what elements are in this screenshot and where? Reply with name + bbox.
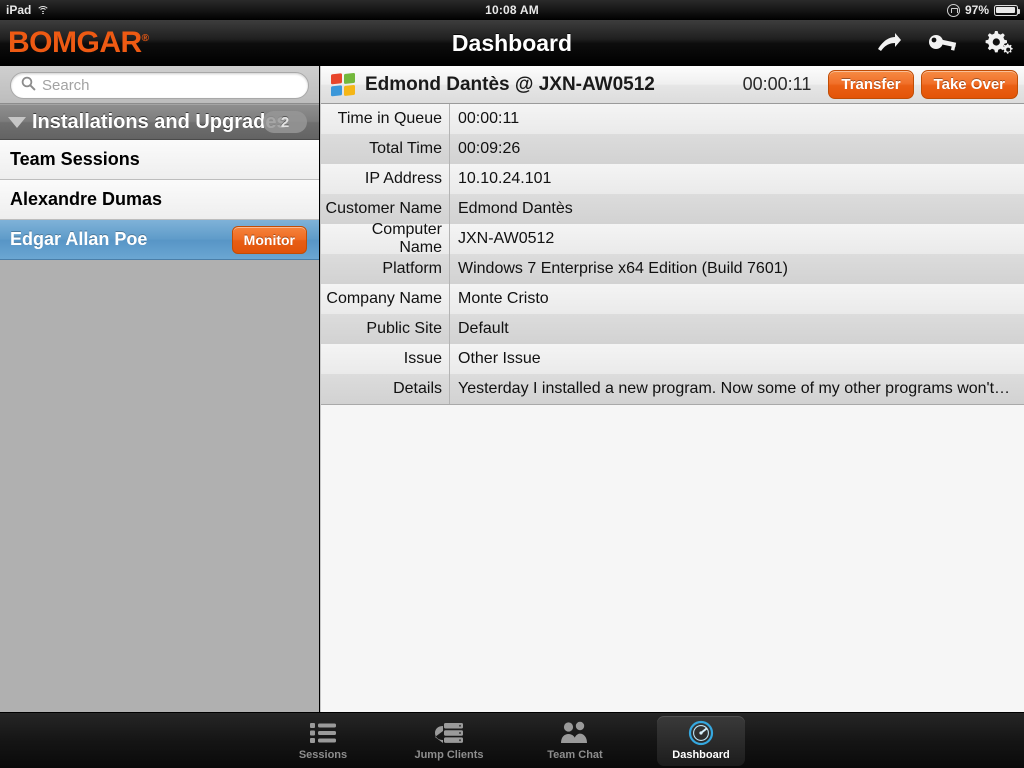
info-row: Time in Queue 00:00:11 xyxy=(321,104,1024,134)
session-timer: 00:00:11 xyxy=(742,74,812,94)
info-row-label: Computer Name xyxy=(321,221,450,256)
list-icon xyxy=(310,720,336,746)
info-row: Company Name Monte Cristo xyxy=(321,284,1024,314)
search-bar-container xyxy=(0,66,319,104)
monitor-button[interactable]: Monitor xyxy=(231,225,307,254)
nav-icon-group xyxy=(876,20,1014,66)
tab-label: Dashboard xyxy=(672,749,730,761)
detail-pane: Edmond Dantès @ JXN-AW0512 00:00:11 Tran… xyxy=(321,66,1024,712)
search-icon xyxy=(21,76,36,96)
list-item[interactable]: Edgar Allan Poe Monitor xyxy=(0,220,319,260)
list-item[interactable]: Alexandre Dumas xyxy=(0,180,319,220)
forward-arrow-icon[interactable] xyxy=(876,32,902,54)
sidebar-section-count-badge: 2 xyxy=(263,111,307,133)
list-item-label: Team Sessions xyxy=(10,149,140,169)
info-row: IP Address 10.10.24.101 xyxy=(321,164,1024,194)
sidebar: Installations and Upgrades 2 Team Sessio… xyxy=(0,66,320,712)
key-icon[interactable] xyxy=(928,33,958,53)
info-row-value: Default xyxy=(458,320,509,337)
info-row-value: 10.10.24.101 xyxy=(458,170,552,187)
tab-sessions[interactable]: Sessions xyxy=(279,716,367,766)
info-row: Computer Name JXN-AW0512 xyxy=(321,221,1024,256)
info-row-value: Edmond Dantès xyxy=(458,200,573,217)
status-left: iPad xyxy=(6,3,50,17)
info-row-label: Total Time xyxy=(321,134,450,164)
info-row: Issue Other Issue xyxy=(321,344,1024,374)
list-item[interactable]: Team Sessions xyxy=(0,140,319,180)
rotation-lock-icon xyxy=(946,3,960,17)
info-row-value: 00:09:26 xyxy=(458,140,521,157)
tab-team-chat[interactable]: Team Chat xyxy=(531,716,619,766)
info-row-value: Windows 7 Enterprise x64 Edition (Build … xyxy=(458,260,788,277)
tab-label: Team Chat xyxy=(547,749,603,761)
info-row: Customer Name Edmond Dantès xyxy=(321,194,1024,224)
info-row: Public Site Default xyxy=(321,314,1024,344)
info-row-value: Yesterday I installed a new program. Now… xyxy=(458,380,1011,397)
info-row-label: IP Address xyxy=(321,164,450,194)
search-box[interactable] xyxy=(10,72,309,99)
page-title: Dashboard xyxy=(451,30,573,56)
top-nav-bar: BOMGAR® Dashboard xyxy=(0,20,1024,66)
triangle-down-icon[interactable] xyxy=(8,116,26,128)
search-input[interactable] xyxy=(42,77,298,94)
ios-status-bar: iPad 10:08 AM 97% xyxy=(0,0,1024,20)
tab-label: Sessions xyxy=(298,749,348,761)
info-row-label: Issue xyxy=(321,344,450,374)
windows-logo-icon xyxy=(331,71,357,98)
wifi-icon xyxy=(36,5,50,16)
transfer-button[interactable]: Transfer xyxy=(828,70,914,99)
bottom-tab-bar: Sessions Jump Clients Team Chat Dashboar… xyxy=(0,712,1024,768)
info-row-label: Company Name xyxy=(321,284,450,314)
tab-jump-clients[interactable]: Jump Clients xyxy=(405,716,493,766)
take-over-button[interactable]: Take Over xyxy=(920,70,1018,99)
battery-percent-label: 97% xyxy=(964,3,989,17)
info-row-value: JXN-AW0512 xyxy=(458,230,555,247)
info-row-label: Platform xyxy=(321,254,450,284)
sidebar-section-header[interactable]: Installations and Upgrades 2 xyxy=(0,104,319,140)
info-row-label: Public Site xyxy=(321,314,450,344)
people-icon xyxy=(560,720,590,746)
list-item-label: Edgar Allan Poe xyxy=(10,229,148,249)
sidebar-section-title: Installations and Upgrades xyxy=(32,110,288,133)
tab-label: Jump Clients xyxy=(414,749,484,761)
info-row: Platform Windows 7 Enterprise x64 Edition… xyxy=(321,254,1024,284)
status-clock: 10:08 AM xyxy=(485,3,539,17)
info-row-value: Monte Cristo xyxy=(458,290,549,307)
battery-icon xyxy=(994,4,1021,16)
list-item-label: Alexandre Dumas xyxy=(10,189,163,209)
info-row-label: Customer Name xyxy=(321,194,450,224)
info-row: Details Yesterday I installed a new progr… xyxy=(321,374,1024,404)
info-row-label: Time in Queue xyxy=(321,104,450,134)
device-label: iPad xyxy=(6,3,32,17)
session-info-table: Time in Queue 00:00:11 Total Time 00:09:26 I… xyxy=(321,104,1024,404)
info-row: Total Time 00:09:26 xyxy=(321,134,1024,164)
info-row-value: Other Issue xyxy=(458,350,541,367)
sidebar-list: Team Sessions Alexandre Dumas Edgar Alla… xyxy=(0,140,319,260)
gauge-icon xyxy=(688,720,714,746)
server-icon xyxy=(434,720,464,746)
detail-header: Edmond Dantès @ JXN-AW0512 00:00:11 Tran… xyxy=(321,66,1024,104)
tab-dashboard[interactable]: Dashboard xyxy=(657,715,745,766)
session-title: Edmond Dantès @ JXN-AW0512 xyxy=(365,73,655,95)
gear-icon[interactable] xyxy=(984,30,1014,56)
info-row-value: 00:00:11 xyxy=(458,110,520,127)
status-right: 97% xyxy=(946,3,1021,17)
info-row-label: Details xyxy=(321,374,450,404)
